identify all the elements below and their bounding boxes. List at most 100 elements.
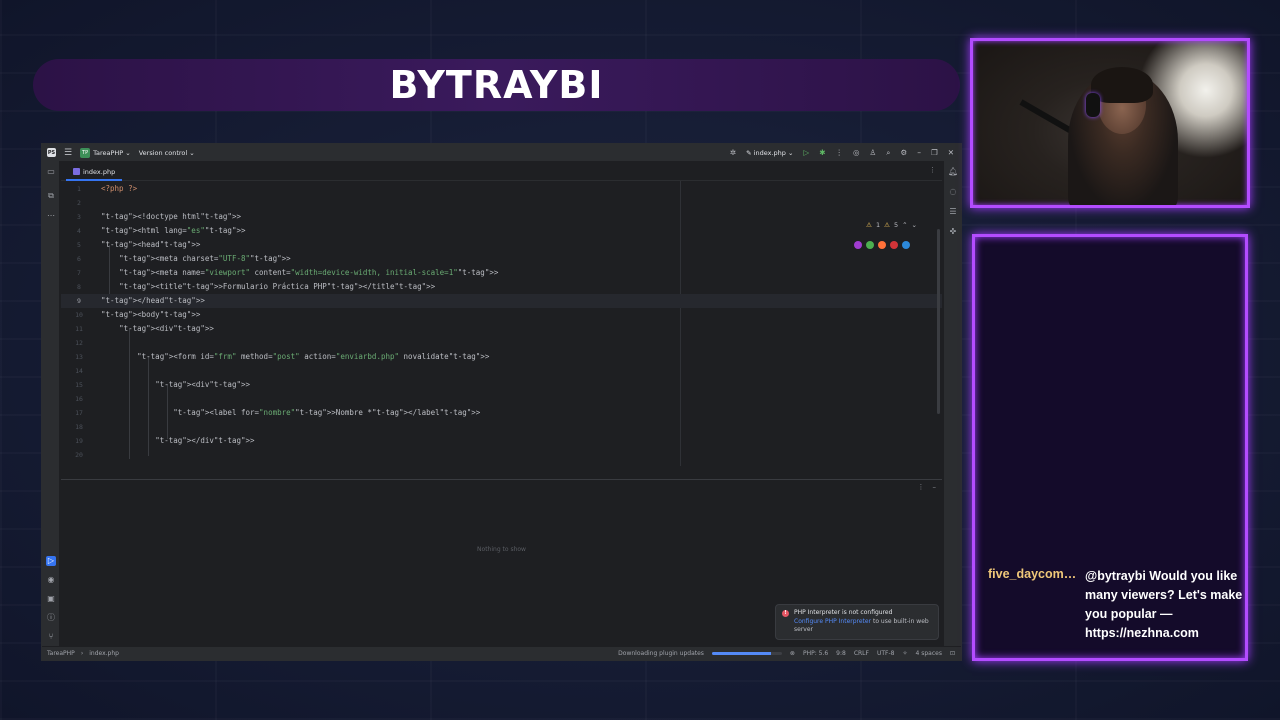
line-number: 17 [75, 409, 83, 417]
edge-icon[interactable] [902, 241, 910, 249]
search-icon[interactable]: ⌕ [886, 148, 890, 158]
code-editor[interactable]: 1 2 3 4 5 6 7 8 9 10 11 12 13 14 15 16 17 18 19 20 <?php ?>… [61, 181, 942, 466]
line-number: 4 [77, 227, 81, 235]
line-number: 15 [75, 381, 83, 389]
code-line: "t-tag"><form id="frm" method="post" act… [137, 352, 490, 361]
opera-icon[interactable] [890, 241, 898, 249]
more-icon[interactable]: ⋮ [836, 148, 844, 157]
chevron-down-icon: ⌄ [785, 148, 794, 157]
debug-icon[interactable]: ✱ [819, 148, 825, 157]
ai-assistant-icon[interactable]: ◎ [853, 148, 860, 157]
notifications-icon[interactable]: 🔔︎ [948, 167, 958, 177]
configure-interpreter-link[interactable]: Configure PHP Interpreter [794, 618, 871, 625]
chat-message: @bytraybi Would you like many viewers? L… [1085, 569, 1243, 640]
chevron-down-icon[interactable]: ⌄ [912, 221, 917, 229]
services-icon[interactable]: ◉ [46, 575, 56, 585]
code-line: "t-tag"><label for="nombre""t-tag">>Nomb… [173, 408, 481, 417]
chevron-down-icon: ⌄ [187, 148, 195, 157]
lock-icon[interactable]: ⊡ [950, 650, 955, 657]
restore-icon[interactable]: ❐ [931, 148, 938, 157]
plugin-icon[interactable]: ✜ [948, 227, 958, 237]
file-encoding[interactable]: UTF-8 [877, 650, 895, 657]
chrome-icon[interactable] [866, 241, 874, 249]
chat-username: five_daycomf... [988, 567, 1078, 581]
ide-titlebar: PS ☰ TP TareaPHP ⌄ Version control ⌄ ✲ ✎… [42, 144, 961, 161]
user-icon[interactable]: ♙ [870, 148, 877, 157]
line-separator[interactable]: CRLF [854, 650, 869, 657]
code-line: <?php ?> [101, 184, 138, 193]
project-selector[interactable]: TP TareaPHP ⌄ [80, 147, 131, 158]
streamer-hair [1091, 67, 1153, 103]
ai-chat-icon[interactable]: ◌ [948, 187, 958, 197]
left-tool-strip: ▭ ⧉ ⋯ ▷ ◉ ▣ ⓘ ⑂ [42, 161, 60, 646]
code-line: "t-tag"><div"t-tag">> [155, 380, 251, 389]
weak-warning-count: 5 [893, 221, 899, 229]
phpstorm-logo-icon: PS [47, 148, 56, 157]
weak-warning-icon: ⚠ [884, 221, 890, 229]
right-margin-guide [680, 181, 681, 466]
run-tool-panel: ⋮ – Nothing to show ! PHP Interpreter is… [61, 479, 942, 648]
panel-options-icon[interactable]: ⋮ [918, 483, 925, 491]
php-language-level[interactable]: PHP: 5.6 [803, 650, 828, 657]
error-icon: ! [782, 610, 789, 617]
code-line: "t-tag"><title"t-tag">>Formulario Prácti… [119, 282, 436, 291]
run-tool-icon[interactable]: ▷ [46, 556, 56, 566]
tab-options-icon[interactable]: ⋮ [929, 166, 936, 174]
indent-setting[interactable]: 4 spaces [916, 650, 942, 657]
project-badge: TP [80, 147, 91, 158]
version-control-menu[interactable]: Version control ⌄ [139, 149, 195, 157]
warning-count: 1 [875, 221, 881, 229]
run-icon[interactable]: ▷ [803, 148, 809, 157]
database-icon[interactable]: ☰ [948, 207, 958, 217]
gear-icon[interactable]: ⚙ [900, 148, 907, 157]
microphone-arm [1019, 99, 1075, 135]
php-interpreter-notification: ! PHP Interpreter is not configured Conf… [775, 604, 939, 640]
hamburger-menu-icon[interactable]: ☰ [64, 148, 72, 158]
folder-icon[interactable]: ▭ [46, 167, 56, 177]
minimize-icon[interactable]: – [917, 148, 921, 157]
structure-icon[interactable]: ⧉ [46, 191, 56, 201]
terminal-icon[interactable]: ▣ [46, 594, 56, 604]
line-number: 5 [77, 241, 81, 249]
git-icon[interactable]: ⑂ [46, 632, 56, 642]
ide-window: PS ☰ TP TareaPHP ⌄ Version control ⌄ ✲ ✎… [41, 143, 962, 661]
problems-icon[interactable]: ⓘ [46, 613, 56, 623]
notification-title: PHP Interpreter is not configured [794, 609, 893, 616]
tab-label: index.php [83, 167, 116, 176]
panel-minimize-icon[interactable]: – [933, 483, 937, 491]
line-number: 19 [75, 437, 83, 445]
background-task-label[interactable]: Downloading plugin updates [618, 650, 704, 657]
caret-position[interactable]: 9:8 [836, 650, 846, 657]
code-line: "t-tag"><meta charset="UTF-8""t-tag">> [119, 254, 291, 263]
line-number: 20 [75, 451, 83, 459]
debug-bug-icon[interactable]: ✲ [730, 148, 736, 157]
cancel-task-icon[interactable]: ⊗ [790, 650, 795, 657]
more-tools-icon[interactable]: ⋯ [46, 211, 56, 221]
ai-status-icon[interactable]: ✧ [902, 650, 907, 657]
editor-tab-bar: index.php ⋮ [61, 161, 942, 181]
chat-overlay: five_daycomf... @bytraybi Would you like… [972, 234, 1248, 661]
code-line: "t-tag"><body"t-tag">> [101, 310, 201, 319]
task-progress-bar [711, 652, 782, 655]
browser-preview-icons [854, 241, 910, 249]
phpstorm-browser-icon[interactable] [854, 241, 862, 249]
line-number: 6 [77, 255, 81, 263]
firefox-icon[interactable] [878, 241, 886, 249]
breadcrumb-file[interactable]: index.php [89, 650, 119, 657]
code-line: "t-tag"><meta name="viewport" content="w… [119, 268, 499, 277]
line-number: 14 [75, 367, 83, 375]
line-number: 7 [77, 269, 81, 277]
chevron-down-icon: ⌄ [123, 148, 131, 157]
code-line: "t-tag"><html lang="es""t-tag">> [101, 226, 246, 235]
run-config-selector[interactable]: ✎ index.php ⌄ [746, 149, 793, 157]
editor-scrollbar[interactable] [937, 229, 940, 414]
inspections-widget[interactable]: ⚠ 1 ⚠ 5 ⌃ ⌄ [866, 221, 917, 229]
line-number: 11 [75, 325, 83, 333]
chevron-up-icon[interactable]: ⌃ [902, 221, 907, 229]
line-number: 3 [77, 213, 81, 221]
close-icon[interactable]: ✕ [948, 148, 954, 157]
chevron-right-icon: › [80, 650, 84, 657]
line-number: 12 [75, 339, 83, 347]
breadcrumb-project[interactable]: TareaPHP [47, 650, 75, 657]
tab-index-php[interactable]: index.php [66, 164, 123, 181]
